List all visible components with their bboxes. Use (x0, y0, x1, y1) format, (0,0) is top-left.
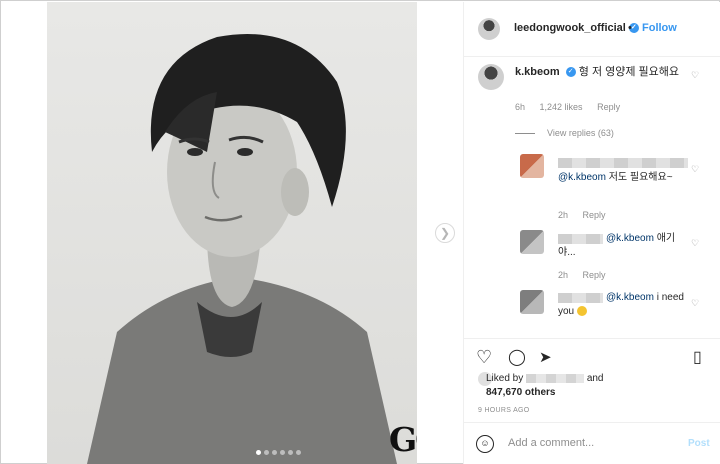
post-timestamp: 9 HOURS AGO (478, 407, 530, 414)
reply-meta: 2h Reply (558, 210, 618, 220)
magazine-logo: GQ (389, 420, 417, 459)
carousel-dot[interactable] (280, 450, 285, 455)
liked-by-prefix: Liked by (486, 373, 524, 384)
reply-avatar[interactable] (520, 154, 544, 178)
blurred-liker-username[interactable] (526, 373, 585, 383)
reply-like-heart-icon[interactable]: ♡ (691, 164, 699, 175)
view-replies-button[interactable]: View replies (63) (547, 128, 614, 138)
reply-avatar[interactable] (520, 230, 544, 254)
reply-meta: 2h Reply (558, 270, 618, 280)
comment-avatar[interactable] (478, 64, 504, 90)
likes-count[interactable]: 847,670 others (486, 387, 556, 398)
view-replies-line (515, 133, 535, 134)
instagram-post-window: GQ ❯ leedongwook_official✓ • Follow k.kb… (0, 0, 720, 464)
top-comment-text: k.kbeom ✓ 형 저 영양제 필요해요 (515, 65, 685, 80)
reply-time: 2h (558, 210, 569, 220)
reply-mention[interactable]: @k.kbeom (606, 292, 654, 303)
comment-icon[interactable]: ◯ (508, 348, 526, 368)
comment-likes[interactable]: 1,242 likes (540, 102, 583, 112)
verified-badge-icon: ✓ (565, 67, 576, 78)
liked-by-suffix: and (586, 373, 604, 384)
add-comment-row: ☺ Post (464, 422, 720, 464)
bookmark-icon[interactable]: ▯ (693, 348, 702, 368)
avatar[interactable] (478, 18, 500, 40)
heart-icon[interactable]: ♡ (476, 347, 492, 367)
comment-meta: 6h 1,242 likes Reply (515, 102, 632, 112)
post-author[interactable]: leedongwook_official ✓ (514, 22, 639, 34)
sad-face-emoji-icon (576, 306, 587, 317)
reply-like-heart-icon[interactable]: ♡ (691, 238, 699, 249)
liked-by-line: Liked by and (486, 373, 604, 384)
comment-time: 6h (515, 102, 526, 112)
carousel-dot[interactable] (296, 450, 301, 455)
share-icon[interactable]: ➤ (539, 348, 552, 368)
blurred-username (558, 158, 688, 168)
smile-icon[interactable]: ☺ (476, 435, 494, 453)
post-header: leedongwook_official ✓ • Follow (464, 2, 720, 57)
carousel-indicator (256, 450, 301, 455)
post-actions: ♡ ◯ ➤ ▯ Liked by and 847,670 others 9 HO… (464, 338, 720, 418)
portrait-illustration (87, 34, 397, 464)
chevron-right-icon[interactable]: ❯ (435, 223, 455, 243)
comment-like-heart-icon[interactable]: ♡ (691, 70, 699, 81)
follow-button[interactable]: Follow (642, 22, 677, 34)
post-photo: GQ (47, 2, 417, 464)
reply-like-heart-icon[interactable]: ♡ (691, 298, 699, 309)
comment-username[interactable]: k.kbeom (515, 66, 560, 78)
header-separator: • (628, 22, 632, 34)
reply-mention[interactable]: @k.kbeom (558, 172, 606, 183)
reply-body: 저도 필요해요~ (605, 172, 673, 183)
carousel-dot[interactable] (256, 450, 261, 455)
reply-mention[interactable]: @k.kbeom (606, 233, 654, 244)
reply-text: @k.kbeom 애기야... (558, 232, 688, 260)
reply-button[interactable]: Reply (597, 102, 620, 112)
reply-avatar[interactable] (520, 290, 544, 314)
reply-button[interactable]: Reply (583, 270, 606, 280)
post-sidebar: leedongwook_official ✓ • Follow k.kbeom ✓… (463, 2, 720, 464)
add-comment-input[interactable] (508, 437, 668, 449)
reply-time: 2h (558, 270, 569, 280)
reply-text: @k.kbeom i need you (558, 291, 688, 319)
carousel-dot[interactable] (288, 450, 293, 455)
reply-button[interactable]: Reply (583, 210, 606, 220)
post-author-username[interactable]: leedongwook_official (514, 22, 626, 34)
post-comment-button[interactable]: Post (688, 438, 710, 449)
carousel-dot[interactable] (264, 450, 269, 455)
comment-body: 형 저 영양제 필요해요 (578, 66, 680, 78)
reply-text: @k.kbeom 저도 필요해요~ (558, 171, 683, 185)
carousel-dot[interactable] (272, 450, 277, 455)
